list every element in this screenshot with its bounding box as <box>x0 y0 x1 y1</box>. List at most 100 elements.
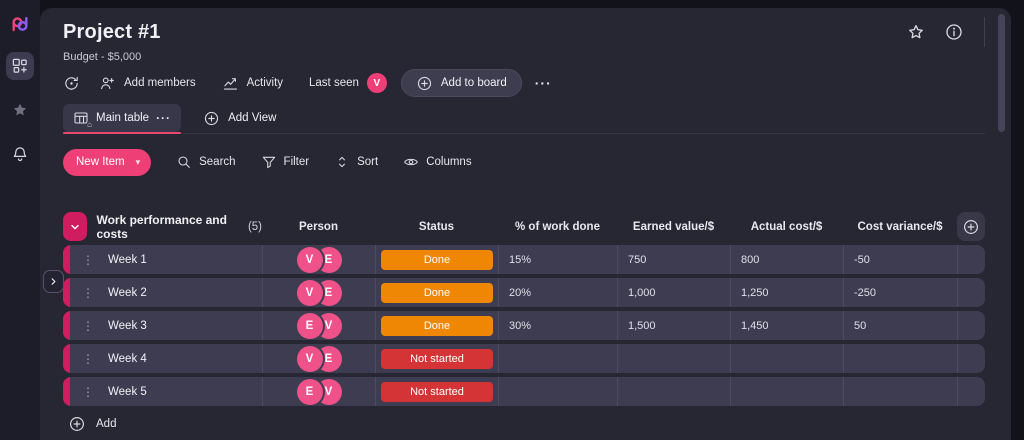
actual-cell[interactable]: 1,250 <box>730 278 843 307</box>
person-cell[interactable]: V E <box>262 245 375 274</box>
item-name[interactable]: Week 3 <box>108 320 147 332</box>
empty-cell <box>957 278 985 307</box>
group-collapse-button[interactable] <box>63 212 88 241</box>
sort-button[interactable]: Sort <box>334 154 378 170</box>
plus-circle-icon <box>70 417 84 431</box>
avatar: E <box>296 378 323 405</box>
pct-cell[interactable]: 30% <box>498 311 617 340</box>
person-cell[interactable]: V E <box>262 344 375 373</box>
search-button[interactable]: Search <box>176 154 236 170</box>
tab-main-table[interactable]: ⌂ Main table ··· <box>63 104 182 134</box>
variance-cell[interactable] <box>843 377 957 406</box>
column-header-earned[interactable]: Earned value/$ <box>617 221 730 233</box>
add-members-button[interactable]: Add members <box>99 75 196 92</box>
variance-cell[interactable]: -250 <box>843 278 957 307</box>
status-cell[interactable]: Done <box>375 278 498 307</box>
earned-cell[interactable]: 1,000 <box>617 278 730 307</box>
search-label: Search <box>199 156 236 168</box>
row-menu-icon[interactable]: ⋮ <box>82 287 94 299</box>
last-seen-avatar: V <box>366 73 387 93</box>
variance-cell[interactable] <box>843 344 957 373</box>
table-row[interactable]: ⋮ Week 1 V E Done 15% 750 800 -50 <box>63 245 985 274</box>
chevron-right-icon <box>51 278 56 285</box>
group-color-bar <box>63 311 70 340</box>
table-row[interactable]: ⋮ Week 5 E V Not started <box>63 377 985 406</box>
sidebar-item-notifications[interactable] <box>6 140 34 168</box>
group-color-bar <box>63 377 70 406</box>
actual-cell[interactable] <box>730 377 843 406</box>
toolbar-more-button[interactable]: ··· <box>535 75 552 91</box>
sidebar-item-boards[interactable] <box>6 52 34 80</box>
table-row[interactable]: ⋮ Week 2 V E Done 20% 1,000 1,250 -250 <box>63 278 985 307</box>
actual-cell[interactable] <box>730 344 843 373</box>
column-header-person[interactable]: Person <box>262 221 375 233</box>
row-menu-icon[interactable]: ⋮ <box>82 386 94 398</box>
filter-label: Filter <box>283 156 310 168</box>
column-header-actual[interactable]: Actual cost/$ <box>730 221 843 233</box>
sync-button[interactable] <box>63 75 80 92</box>
vertical-scrollbar[interactable] <box>998 14 1005 132</box>
add-to-board-button[interactable]: Add to board <box>400 69 522 97</box>
empty-cell <box>957 344 985 373</box>
group-count: (5) <box>247 220 262 233</box>
activity-button[interactable]: Activity <box>222 75 283 92</box>
search-icon <box>178 156 190 168</box>
project-header: Project #1 <box>63 17 985 47</box>
item-name[interactable]: Week 5 <box>108 386 147 398</box>
columns-label: Columns <box>426 156 472 168</box>
row-menu-icon[interactable]: ⋮ <box>82 320 94 332</box>
add-members-label: Add members <box>124 77 196 89</box>
person-cell[interactable]: V E <box>262 278 375 307</box>
pct-cell[interactable] <box>498 344 617 373</box>
app-sidebar <box>0 0 40 440</box>
expand-sidebar-button[interactable] <box>43 270 64 293</box>
status-cell[interactable]: Not started <box>375 344 498 373</box>
earned-cell[interactable]: 750 <box>617 245 730 274</box>
pct-cell[interactable]: 20% <box>498 278 617 307</box>
row-menu-icon[interactable]: ⋮ <box>82 353 94 365</box>
earned-cell[interactable] <box>617 344 730 373</box>
add-column-button[interactable] <box>957 212 985 241</box>
table-header-row: Work performance and costs (5) Person St… <box>63 212 985 241</box>
add-view-button[interactable]: Add View <box>203 104 276 132</box>
page-title: Project #1 <box>63 20 161 43</box>
row-menu-icon[interactable]: ⋮ <box>82 254 94 266</box>
last-seen[interactable]: Last seen V <box>309 73 387 93</box>
table-row[interactable]: ⋮ Week 3 E V Done 30% 1,500 1,450 50 <box>63 311 985 340</box>
columns-button[interactable]: Columns <box>403 154 472 170</box>
status-cell[interactable]: Done <box>375 311 498 340</box>
column-header-status[interactable]: Status <box>375 221 498 233</box>
filter-button[interactable]: Filter <box>261 154 310 170</box>
add-person-icon <box>100 76 114 89</box>
favorite-star-icon[interactable] <box>906 22 926 42</box>
person-cell[interactable]: E V <box>262 311 375 340</box>
avatar: E <box>296 312 323 339</box>
info-icon[interactable] <box>944 22 964 42</box>
variance-cell[interactable]: -50 <box>843 245 957 274</box>
pct-cell[interactable] <box>498 377 617 406</box>
status-badge: Done <box>381 249 493 270</box>
sidebar-item-favorites[interactable] <box>6 96 34 124</box>
earned-cell[interactable]: 1,500 <box>617 311 730 340</box>
item-name[interactable]: Week 2 <box>108 287 147 299</box>
new-item-button[interactable]: New Item ▾ <box>63 148 152 176</box>
column-header-variance[interactable]: Cost variance/$ <box>843 221 957 233</box>
person-cell[interactable]: E V <box>262 377 375 406</box>
earned-cell[interactable] <box>617 377 730 406</box>
actual-cell[interactable]: 1,450 <box>730 311 843 340</box>
table-row[interactable]: ⋮ Week 4 V E Not started <box>63 344 985 373</box>
status-cell[interactable]: Done <box>375 245 498 274</box>
status-cell[interactable]: Not started <box>375 377 498 406</box>
add-item-button[interactable]: Add <box>63 415 985 433</box>
actual-cell[interactable]: 800 <box>730 245 843 274</box>
activity-label: Activity <box>246 77 284 89</box>
group-title: Work performance and costs <box>96 212 227 241</box>
add-to-board-label: Add to board <box>440 77 507 89</box>
tab-more-button[interactable]: ··· <box>156 111 171 125</box>
pct-cell[interactable]: 15% <box>498 245 617 274</box>
item-name[interactable]: Week 4 <box>108 353 147 365</box>
variance-cell[interactable]: 50 <box>843 311 957 340</box>
column-header-pct[interactable]: % of work done <box>498 221 617 233</box>
sort-arrows-icon <box>339 156 346 168</box>
item-name[interactable]: Week 1 <box>108 254 147 266</box>
